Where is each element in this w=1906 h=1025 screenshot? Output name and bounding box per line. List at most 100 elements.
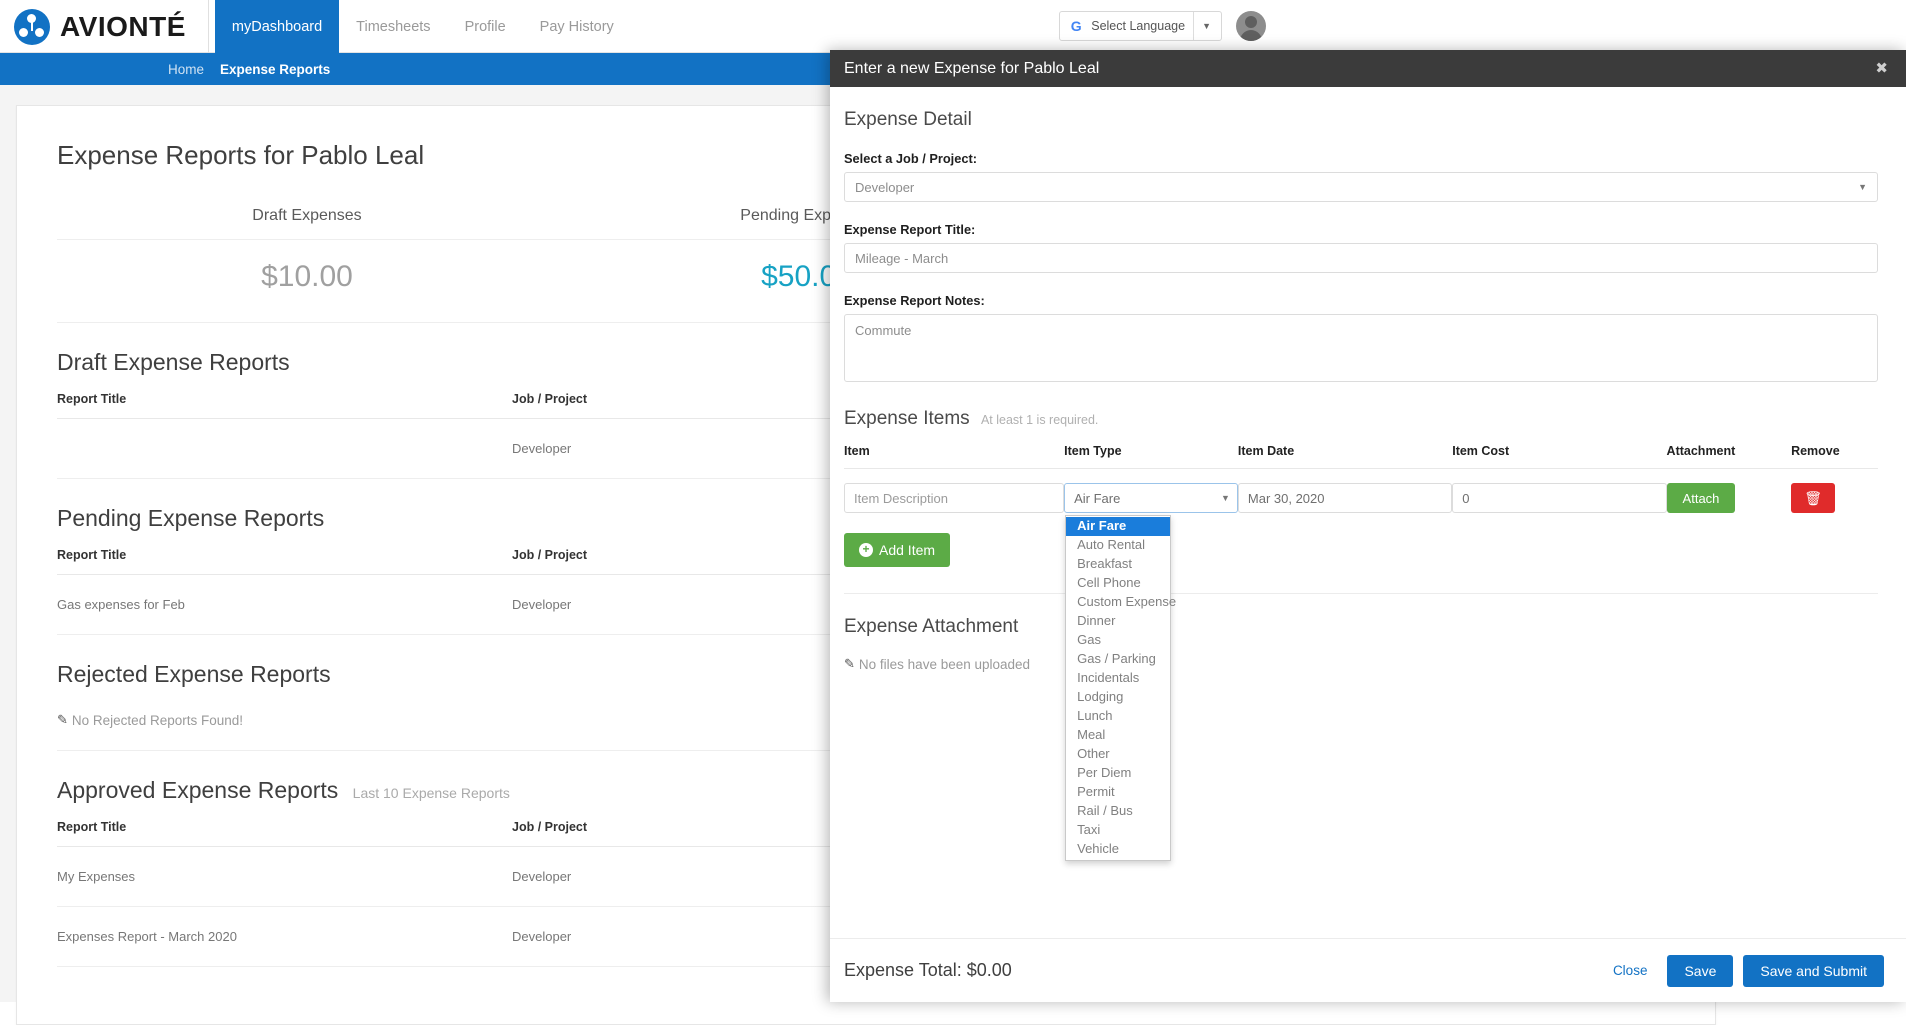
nav-tab-pay-history[interactable]: Pay History [523, 0, 631, 53]
save-button[interactable]: Save [1667, 955, 1733, 987]
add-item-label: Add Item [879, 542, 935, 558]
avionte-logo-icon [14, 9, 50, 45]
item-type-option[interactable]: Other [1066, 745, 1170, 764]
chevron-down-icon: ▼ [1858, 182, 1867, 192]
expense-item-row: Item Description Air Fare ▼ Air FareAuto… [844, 469, 1878, 530]
item-type-option[interactable]: Custom Expense [1066, 593, 1170, 612]
approved-subtitle: Last 10 Expense Reports [353, 785, 510, 801]
save-and-submit-button[interactable]: Save and Submit [1743, 955, 1884, 987]
expense-items-note: At least 1 is required. [981, 413, 1098, 427]
col-report-title: Report Title [57, 548, 512, 575]
expense-title-field: Expense Report Title: Mileage - March [844, 222, 1878, 273]
item-type-select[interactable]: Air Fare ▼ Air FareAuto RentalBreakfastC… [1064, 483, 1238, 513]
add-item-button[interactable]: + Add Item [844, 533, 950, 567]
select-language-dropdown[interactable]: G Select Language ▼ [1059, 11, 1222, 41]
pencil-icon: ✎ [844, 656, 855, 672]
modal-header: Enter a new Expense for Pablo Leal ✖ [830, 50, 1906, 87]
job-project-field: Select a Job / Project: Developer ▼ [844, 151, 1878, 202]
nav-right-area: G Select Language ▼ [1059, 0, 1906, 52]
expense-attachment-empty-text: No files have been uploaded [859, 657, 1030, 672]
item-type-option[interactable]: Gas / Parking [1066, 650, 1170, 669]
item-type-value: Air Fare [1074, 491, 1120, 506]
item-type-dropdown-list[interactable]: Air FareAuto RentalBreakfastCell PhoneCu… [1065, 515, 1171, 861]
approved-title-text: Approved Expense Reports [57, 777, 338, 803]
top-navigation-bar: AVIONTÉ myDashboard Timesheets Profile P… [0, 0, 1906, 53]
item-type-option[interactable]: Rail / Bus [1066, 802, 1170, 821]
modal-title: Enter a new Expense for Pablo Leal [844, 60, 1099, 78]
item-type-option[interactable]: Per Diem [1066, 764, 1170, 783]
brand-logo-area[interactable]: AVIONTÉ [0, 0, 209, 53]
cell-report-title [57, 419, 512, 479]
expense-notes-field: Expense Report Notes: Commute [844, 293, 1878, 382]
attach-button[interactable]: Attach [1667, 483, 1736, 513]
expense-title-value: Mileage - March [855, 251, 948, 266]
chevron-down-icon: ▼ [1193, 12, 1219, 40]
modal-body: Expense Detail Select a Job / Project: D… [830, 87, 1906, 938]
page-background: AVIONTÉ myDashboard Timesheets Profile P… [0, 0, 1906, 1002]
item-description-input[interactable]: Item Description [844, 483, 1064, 513]
close-button[interactable]: Close [1603, 963, 1658, 978]
expense-attachment-empty: ✎ No files have been uploaded [844, 656, 1878, 672]
col-item-type: Item Type [1064, 444, 1238, 469]
col-item: Item [844, 444, 1064, 469]
pencil-icon: ✎ [57, 712, 68, 728]
cell-report-title: My Expenses [57, 847, 512, 907]
col-item-cost: Item Cost [1452, 444, 1666, 469]
item-type-option[interactable]: Vehicle [1066, 840, 1170, 859]
breadcrumb-expense-reports[interactable]: Expense Reports [220, 62, 330, 77]
google-g-icon: G [1068, 18, 1084, 34]
select-language-label: Select Language [1091, 19, 1185, 33]
item-date-input[interactable]: Mar 30, 2020 [1238, 483, 1452, 513]
expense-notes-textarea[interactable]: Commute [844, 314, 1878, 382]
expense-total: Expense Total: $0.00 [844, 960, 1012, 981]
job-project-select[interactable]: Developer ▼ [844, 172, 1878, 202]
expense-notes-label: Expense Report Notes: [844, 293, 1878, 308]
new-expense-modal: Enter a new Expense for Pablo Leal ✖ Exp… [830, 50, 1906, 1002]
item-type-option[interactable]: Dinner [1066, 612, 1170, 631]
nav-tab-profile[interactable]: Profile [448, 0, 523, 53]
col-report-title: Report Title [57, 820, 512, 847]
item-type-option[interactable]: Lunch [1066, 707, 1170, 726]
chevron-down-icon: ▼ [1221, 493, 1230, 503]
modal-footer: Expense Total: $0.00 Close Save Save and… [830, 938, 1906, 1002]
nav-tabs: myDashboard Timesheets Profile Pay Histo… [215, 0, 631, 52]
footer-buttons: Close Save Save and Submit [1603, 955, 1884, 987]
col-item-date: Item Date [1238, 444, 1452, 469]
item-type-option[interactable]: Air Fare [1066, 517, 1170, 536]
job-project-label: Select a Job / Project: [844, 151, 1878, 166]
item-type-option[interactable]: Permit [1066, 783, 1170, 802]
nav-tab-timesheets[interactable]: Timesheets [339, 0, 447, 53]
close-icon[interactable]: ✖ [1875, 61, 1888, 76]
expense-items-title: Expense Items [844, 408, 970, 429]
summary-value-draft: $10.00 [57, 240, 557, 323]
trash-icon[interactable]: 🗑 [1791, 483, 1835, 513]
job-project-value: Developer [855, 180, 914, 195]
expense-title-input[interactable]: Mileage - March [844, 243, 1878, 273]
cell-item-description: Item Description [844, 469, 1064, 530]
expense-attachment-section: Expense Attachment ✎ No files have been … [844, 593, 1878, 672]
expense-attachment-title: Expense Attachment [844, 616, 1878, 638]
user-avatar-icon[interactable] [1236, 11, 1266, 41]
cell-remove: 🗑 [1791, 469, 1878, 530]
plus-icon: + [859, 543, 873, 557]
cell-item-cost: 0 [1452, 469, 1666, 530]
rejected-empty-text: No Rejected Reports Found! [72, 713, 243, 728]
nav-tab-mydashboard[interactable]: myDashboard [215, 0, 339, 53]
item-type-option[interactable]: Breakfast [1066, 555, 1170, 574]
summary-header-draft: Draft Expenses [57, 199, 557, 240]
item-type-option[interactable]: Gas [1066, 631, 1170, 650]
item-type-option[interactable]: Incidentals [1066, 669, 1170, 688]
item-type-option[interactable]: Meal [1066, 726, 1170, 745]
expense-items-heading: Expense Items At least 1 is required. [844, 408, 1878, 430]
item-type-option[interactable]: Auto Rental [1066, 536, 1170, 555]
cell-report-title: Expenses Report - March 2020 [57, 907, 512, 967]
item-type-option[interactable]: Taxi [1066, 821, 1170, 840]
item-type-option[interactable]: Cell Phone [1066, 574, 1170, 593]
item-cost-input[interactable]: 0 [1452, 483, 1666, 513]
col-remove: Remove [1791, 444, 1878, 469]
breadcrumb-home[interactable]: Home [168, 62, 204, 77]
expense-detail-heading: Expense Detail [844, 109, 1878, 131]
item-type-option[interactable]: Lodging [1066, 688, 1170, 707]
col-report-title: Report Title [57, 392, 512, 419]
cell-item-date: Mar 30, 2020 [1238, 469, 1452, 530]
